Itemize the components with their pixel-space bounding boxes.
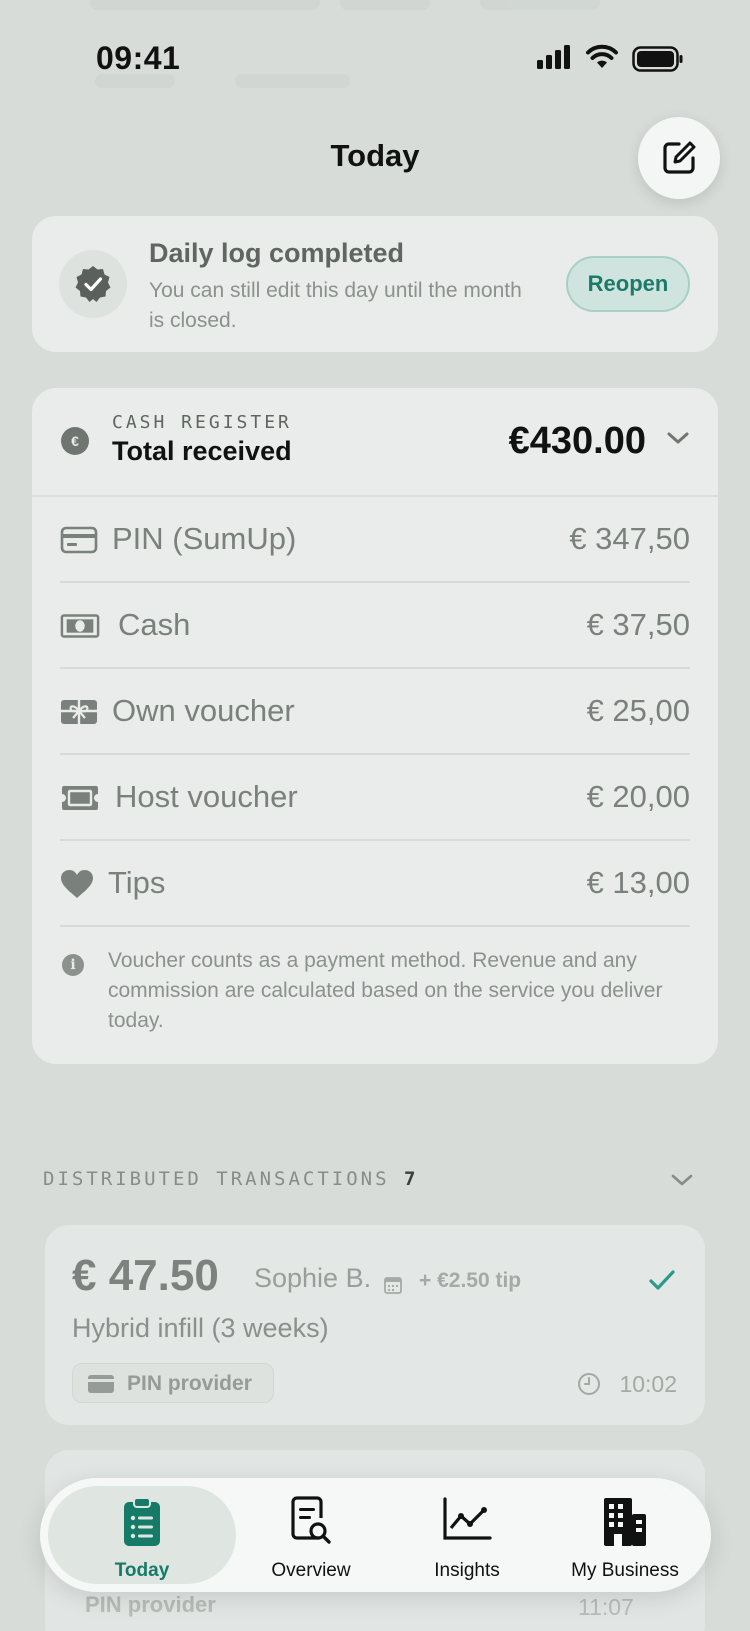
clock-icon [578,1373,600,1395]
payment-label: Tips [108,865,166,900]
distributed-transactions-header[interactable]: DISTRIBUTED TRANSACTIONS 7 [43,1168,418,1190]
chevron-down-icon[interactable] [666,430,690,446]
payment-row-tips[interactable]: Tips € 13,00 [60,841,690,927]
total-received-amount: €430.00 [508,420,646,462]
daily-log-subtitle: You can still edit this day until the mo… [149,279,522,332]
euro-coin-icon: € [61,427,89,455]
payment-label: Own voucher [112,693,295,728]
payment-label: Cash [118,607,191,642]
payment-method-label: PIN provider [85,1592,216,1617]
voucher-info-text: Voucher counts as a payment method. Reve… [108,949,663,1032]
ticket-icon [62,786,98,810]
payment-row-cash[interactable]: Cash € 37,50 [60,583,690,669]
verified-badge-icon [75,266,111,302]
transaction-time: 11:07 [578,1594,634,1620]
daily-log-title: Daily log completed [149,238,405,268]
card-icon [60,526,98,554]
line-chart-icon [443,1497,492,1540]
payment-value: € 13,00 [586,865,690,900]
tab-label: My Business [571,1560,679,1581]
daily-log-badge [59,250,127,318]
clipboard-list-icon [124,1497,160,1546]
card-icon [88,1375,114,1393]
tab-label: Insights [434,1560,500,1581]
payment-method-chip: PIN provider [72,1363,274,1403]
payment-method-label: PIN provider [127,1372,252,1395]
tip-amount: + €2.50 tip [419,1269,522,1292]
service-description: Hybrid infill (3 weeks) [72,1313,329,1343]
payment-row-host-voucher[interactable]: Host voucher € 20,00 [60,755,690,841]
gift-icon [61,700,97,724]
heart-icon [61,870,93,898]
cash-register-card: € CASH REGISTER Total received €430.00 P… [32,388,718,1064]
info-icon: i [62,954,84,976]
compose-icon [663,141,696,174]
tab-my-business[interactable]: My Business [540,1478,710,1592]
status-bar: 09:41 [0,0,750,120]
tab-today[interactable]: Today [48,1478,236,1592]
transaction-card[interactable]: € 47.50 Sophie B. + €2.50 tip Hybrid inf… [45,1225,705,1425]
transaction-count: 7 [404,1168,419,1190]
calendar-icon [384,1277,402,1294]
checkmark-icon [649,1270,675,1290]
compose-button[interactable] [638,117,720,199]
total-received-label: Total received [112,436,292,466]
payment-row-own-voucher[interactable]: Own voucher € 25,00 [60,669,690,755]
cellular-signal-icon [537,45,570,69]
building-icon [604,1498,646,1546]
payment-label: PIN (SumUp) [112,521,297,556]
chevron-down-icon[interactable] [670,1172,694,1188]
document-search-icon [291,1496,331,1544]
payment-value: € 37,50 [586,607,690,642]
tab-overview[interactable]: Overview [236,1478,386,1592]
payment-value: € 347,50 [569,521,690,556]
tab-bar: Today Overview Insights My Business [40,1478,711,1592]
reopen-button[interactable]: Reopen [566,256,690,312]
wifi-icon [586,44,618,68]
payment-value: € 25,00 [586,693,690,728]
banknote-icon [60,614,100,638]
cash-register-label: CASH REGISTER [112,412,292,433]
status-time: 09:41 [96,40,181,76]
tab-insights[interactable]: Insights [392,1478,542,1592]
transaction-amount: € 47.50 [72,1251,219,1300]
payment-row-pin[interactable]: PIN (SumUp) € 347,50 [60,497,690,583]
tab-label: Today [114,1560,170,1581]
payment-label: Host voucher [115,779,298,814]
battery-icon [632,46,683,72]
tab-label: Overview [271,1560,351,1581]
transaction-time: 10:02 [619,1371,677,1397]
daily-log-card: Daily log completed You can still edit t… [32,216,718,352]
client-name: Sophie B. [254,1263,372,1293]
payment-value: € 20,00 [586,779,690,814]
section-label: DISTRIBUTED TRANSACTIONS [43,1168,390,1190]
